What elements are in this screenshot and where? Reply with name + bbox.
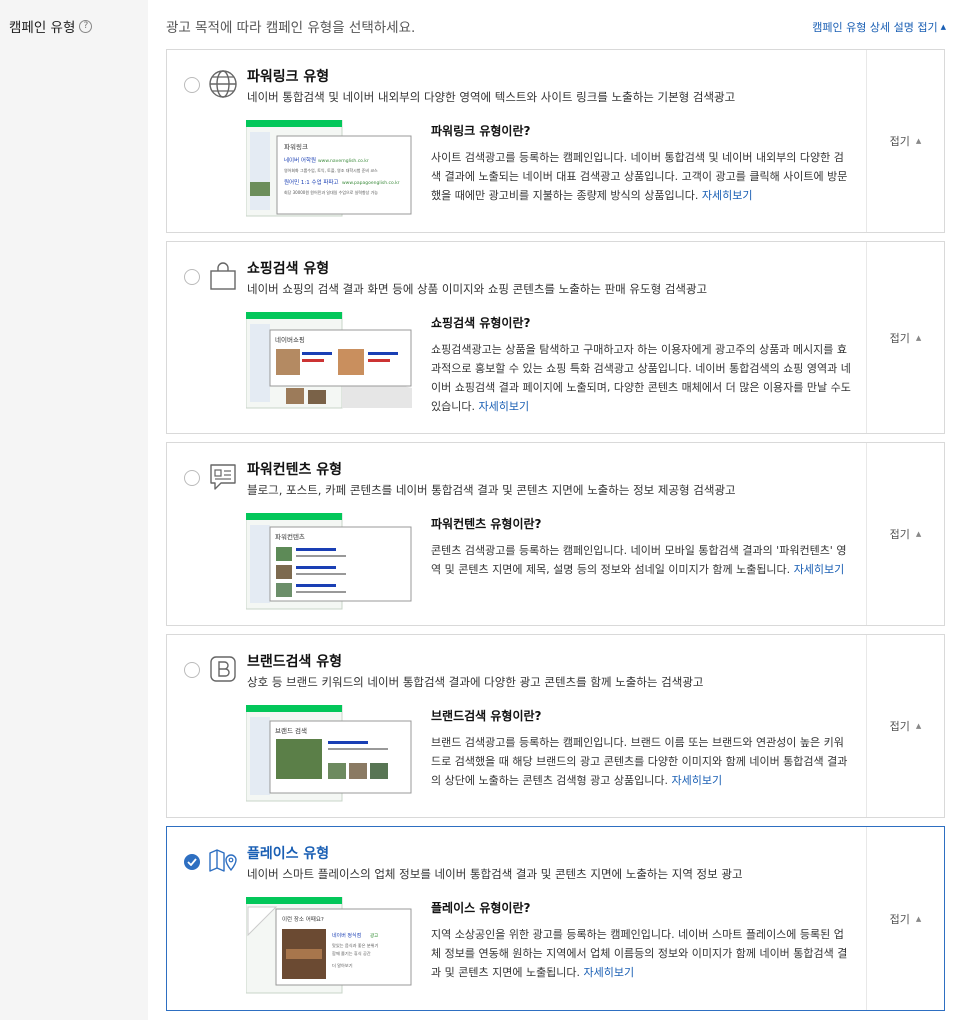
card-description: 블로그, 포스트, 카페 콘텐츠를 네이버 통합검색 결과 및 콘텐츠 지면에 …	[247, 483, 736, 497]
campaign-type-card-powerlink[interactable]: 파워링크 유형 네이버 통합검색 및 네이버 내외부의 다양한 영역에 텍스트와…	[166, 49, 945, 233]
powercontents-preview-image: 파워컨텐츠	[246, 513, 412, 610]
detail-title: 플레이스 유형이란?	[431, 901, 531, 915]
caret-up-icon: ▲	[915, 914, 922, 923]
radio-powercontents[interactable]	[184, 470, 200, 486]
thumb-place-desc-2: 함께 즐기는 휴식 공간	[332, 950, 371, 957]
fold-button[interactable]: 접기 ▲	[890, 526, 922, 542]
more-link[interactable]: 자세히보기	[672, 774, 723, 787]
card-description: 네이버 스마트 플레이스의 업체 정보를 네이버 통합검색 결과 및 콘텐츠 지…	[247, 867, 743, 881]
detail-body: 브랜드 검색광고를 등록하는 캠페인입니다. 브랜드 이름 또는 브랜드와 연관…	[431, 736, 848, 787]
campaign-type-card-shopping[interactable]: 쇼핑검색 유형 네이버 쇼핑의 검색 결과 화면 등에 상품 이미지와 쇼핑 콘…	[166, 241, 945, 434]
card-description: 상호 등 브랜드 키워드의 네이버 통합검색 결과에 다양한 광고 콘텐츠를 함…	[247, 675, 704, 689]
radio-powerlink[interactable]	[184, 77, 200, 93]
fold-column: 접기 ▲	[866, 827, 944, 1010]
field-label-text: 캠페인 유형	[9, 20, 76, 36]
thumb-ad-desc-2: 회당 30000원 원어민과 일대일 수업으로 실력향상 가능	[284, 189, 378, 195]
card-detail: 쇼핑검색 유형이란? 쇼핑검색광고는 상품을 탐색하고 구매하고자 하는 이용자…	[431, 314, 851, 416]
shopping-preview-image: 네이버쇼핑	[246, 312, 412, 409]
card-detail: 플레이스 유형이란? 지역 소상공인을 위한 광고를 등록하는 캠페인입니다. …	[431, 899, 851, 982]
collapse-all-label: 캠페인 유형 상세 설명 접기	[812, 21, 938, 34]
map-pin-icon	[209, 849, 237, 872]
thumb-ad-desc-1: 영어회화 그룹수업, 토익, 토플, 영조 대학시험 준비 코스	[284, 167, 378, 173]
detail-text: 지역 소상공인을 위한 광고를 등록하는 캠페인입니다. 네이버 스마트 플레이…	[431, 925, 851, 982]
card-detail: 파워링크 유형이란? 사이트 검색광고를 등록하는 캠페인입니다. 네이버 통합…	[431, 122, 851, 205]
detail-text: 브랜드 검색광고를 등록하는 캠페인입니다. 브랜드 이름 또는 브랜드와 연관…	[431, 733, 851, 790]
thumb-ad-title-2: 원어민 1:1 수업 파파고	[284, 178, 339, 186]
campaign-type-card-place[interactable]: 플레이스 유형 네이버 스마트 플레이스의 업체 정보를 네이버 통합검색 결과…	[166, 826, 945, 1011]
label-column	[0, 0, 148, 1020]
checkmark-icon	[187, 858, 197, 866]
detail-title: 쇼핑검색 유형이란?	[431, 316, 531, 330]
fold-label: 접기	[889, 720, 910, 733]
fold-button[interactable]: 접기 ▲	[890, 911, 922, 927]
card-title: 브랜드검색 유형	[247, 654, 343, 670]
card-title: 파워링크 유형	[247, 69, 330, 85]
caret-up-icon: ▲	[915, 722, 922, 730]
thumb-ad-url-1: www.navernglish.co.kr	[318, 158, 369, 164]
detail-text: 쇼핑검색광고는 상품을 탐색하고 구매하고자 하는 이용자에게 광고주의 상품과…	[431, 340, 851, 416]
thumb-place-more: 더 알아보기	[332, 962, 353, 969]
detail-title: 브랜드검색 유형이란?	[431, 709, 542, 723]
fold-column: 접기 ▲	[866, 242, 944, 433]
question-circle-icon[interactable]: ?	[79, 19, 93, 33]
caret-up-icon: ▲	[915, 137, 922, 145]
radio-shopping[interactable]	[184, 269, 200, 285]
fold-button[interactable]: 접기 ▲	[890, 330, 922, 346]
fold-label: 접기	[889, 135, 910, 148]
thumb-ad-title-1: 네이버 어학원	[284, 156, 316, 164]
detail-title: 파워링크 유형이란?	[431, 124, 531, 138]
fold-label: 접기	[889, 528, 910, 541]
detail-body: 지역 소상공인을 위한 광고를 등록하는 캠페인입니다. 네이버 스마트 플레이…	[431, 928, 848, 979]
fold-label: 접기	[889, 912, 910, 926]
more-link[interactable]: 자세히보기	[702, 189, 753, 202]
caret-up-icon: ▲	[940, 23, 946, 31]
collapse-all-link[interactable]: 캠페인 유형 상세 설명 접기 ▲	[812, 19, 946, 35]
card-title: 쇼핑검색 유형	[247, 261, 330, 277]
content-doc-icon	[210, 464, 236, 490]
card-title: 플레이스 유형	[247, 846, 330, 862]
card-description: 네이버 통합검색 및 네이버 내외부의 다양한 영역에 텍스트와 사이트 링크를…	[247, 90, 736, 104]
thumb-ad-badge: 광고	[370, 932, 378, 939]
caret-up-icon: ▲	[915, 530, 922, 538]
campaign-type-card-powercontents[interactable]: 파워컨텐츠 유형 블로그, 포스트, 카페 콘텐츠를 네이버 통합검색 결과 및…	[166, 442, 945, 626]
fold-button[interactable]: 접기 ▲	[890, 718, 922, 734]
thumb-heading: 네이버쇼핑	[275, 335, 305, 344]
card-description: 네이버 쇼핑의 검색 결과 화면 등에 상품 이미지와 쇼핑 콘텐츠를 노출하는…	[247, 282, 708, 296]
instruction-text: 광고 목적에 따라 캠페인 유형을 선택하세요.	[166, 20, 416, 36]
more-link[interactable]: 자세히보기	[584, 966, 635, 979]
radio-brandsearch[interactable]	[184, 662, 200, 678]
detail-body: 사이트 검색광고를 등록하는 캠페인입니다. 네이버 통합검색 및 네이버 내외…	[431, 151, 848, 202]
card-detail: 브랜드검색 유형이란? 브랜드 검색광고를 등록하는 캠페인입니다. 브랜드 이…	[431, 707, 851, 790]
field-label: 캠페인 유형 ?	[9, 16, 93, 36]
more-link[interactable]: 자세히보기	[794, 563, 845, 576]
detail-text: 사이트 검색광고를 등록하는 캠페인입니다. 네이버 통합검색 및 네이버 내외…	[431, 148, 851, 205]
thumb-heading: 브랜드 검색	[275, 726, 307, 735]
globe-icon	[209, 70, 237, 98]
card-title: 파워컨텐츠 유형	[247, 462, 343, 478]
detail-title: 파워컨텐츠 유형이란?	[431, 517, 542, 531]
thumb-place-desc-1: 맛있는 음식과 좋은 분위기	[332, 942, 379, 949]
thumb-heading: 파워링크	[284, 142, 308, 151]
thumb-heading: 파워컨텐츠	[275, 532, 305, 541]
more-link[interactable]: 자세히보기	[478, 400, 529, 413]
place-preview-image: 이런 장소 어때요? 네이버 정식점 광고 맛있는 음식과 좋은 분위기 함께 …	[246, 897, 412, 994]
caret-up-icon: ▲	[915, 333, 922, 342]
fold-column: 접기 ▲	[866, 635, 944, 817]
thumb-place-name: 네이버 정식점	[332, 932, 361, 939]
brand-b-icon	[210, 656, 236, 682]
fold-column: 접기 ▲	[866, 50, 944, 232]
card-detail: 파워컨텐츠 유형이란? 콘텐츠 검색광고를 등록하는 캠페인입니다. 네이버 모…	[431, 515, 851, 579]
powerlink-preview-image: 파워링크 네이버 어학원 www.navernglish.co.kr 영어회화 …	[246, 120, 412, 217]
thumb-heading: 이런 장소 어때요?	[282, 915, 324, 923]
detail-body: 콘텐츠 검색광고를 등록하는 캠페인입니다. 네이버 모바일 통합검색 결과의 …	[431, 544, 847, 576]
radio-place[interactable]	[184, 854, 200, 870]
brandsearch-preview-image: 브랜드 검색	[246, 705, 412, 802]
fold-label: 접기	[889, 331, 910, 345]
campaign-type-card-brandsearch[interactable]: 브랜드검색 유형 상호 등 브랜드 키워드의 네이버 통합검색 결과에 다양한 …	[166, 634, 945, 818]
thumb-ad-url-2: www.papagoenglish.co.kr	[342, 180, 400, 186]
fold-button[interactable]: 접기 ▲	[890, 133, 922, 149]
shopping-bag-icon	[210, 262, 236, 290]
fold-column: 접기 ▲	[866, 443, 944, 625]
detail-text: 콘텐츠 검색광고를 등록하는 캠페인입니다. 네이버 모바일 통합검색 결과의 …	[431, 541, 851, 579]
